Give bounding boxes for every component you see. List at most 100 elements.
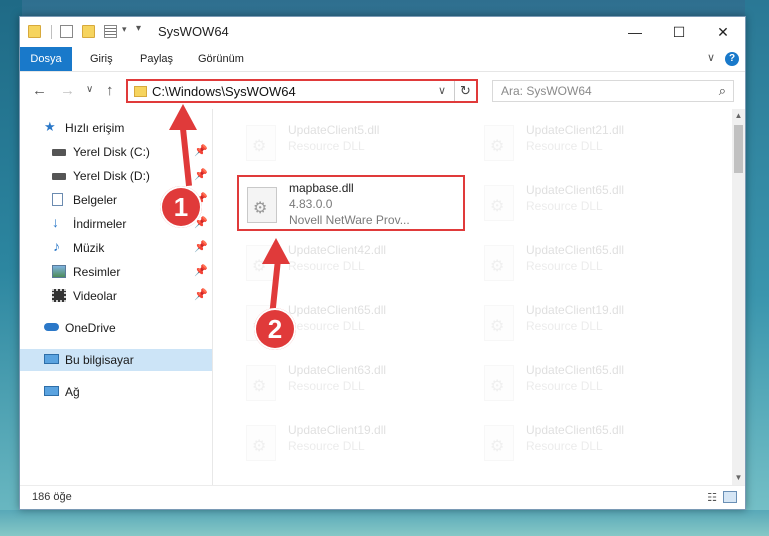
sidebar-item-this-pc[interactable]: Bu bilgisayar: [20, 349, 212, 371]
download-icon: ↓: [52, 214, 59, 230]
pictures-icon: [52, 265, 66, 278]
file-description: Resource DLL: [526, 199, 603, 213]
up-button[interactable]: ↑: [106, 82, 114, 99]
gear-icon: ⚙: [490, 438, 505, 455]
drive-icon: [52, 149, 66, 156]
folder-icon: [134, 86, 147, 97]
dll-file-icon: ⚙: [484, 245, 514, 281]
documents-icon: [52, 193, 63, 206]
scroll-up-arrow-icon[interactable]: ▲: [732, 109, 745, 123]
vertical-scrollbar[interactable]: ▲ ▼: [732, 109, 745, 485]
file-tile[interactable]: ⚙ UpdateClient5.dll Resource DLL: [238, 115, 466, 171]
sidebar-item-pictures[interactable]: Resimler 📌: [20, 261, 212, 283]
sidebar-item-label: Belgeler: [73, 193, 118, 207]
file-name: UpdateClient65.dll: [288, 303, 387, 317]
gear-icon: ⚙: [490, 258, 505, 275]
toolbar-dropdown-icon[interactable]: ▾: [136, 23, 141, 34]
scrollbar-thumb[interactable]: [734, 125, 743, 173]
new-folder-icon[interactable]: [82, 25, 95, 38]
file-tile[interactable]: ⚙ UpdateClient19.dll Resource DLL: [238, 415, 466, 471]
file-list: ⚙ UpdateClient5.dll Resource DLL ⚙ mapba…: [214, 109, 732, 485]
dll-file-icon: ⚙: [484, 365, 514, 401]
pin-icon[interactable]: 📌: [194, 288, 208, 301]
gear-icon: ⚙: [490, 198, 505, 215]
large-icons-view-icon[interactable]: [723, 491, 737, 503]
minimize-button[interactable]: —: [613, 17, 657, 47]
pin-icon[interactable]: 📌: [194, 240, 208, 253]
sidebar-item-videos[interactable]: Videolar 📌: [20, 285, 212, 307]
dll-file-icon: ⚙: [484, 425, 514, 461]
dll-file-icon: ⚙: [484, 125, 514, 161]
sidebar-item-network[interactable]: Ağ: [20, 381, 212, 403]
star-icon: ★: [44, 119, 56, 134]
file-tile[interactable]: ⚙ UpdateClient19.dll Resource DLL: [476, 295, 704, 351]
sidebar-item-onedrive[interactable]: OneDrive: [20, 317, 212, 339]
drive-icon: [52, 173, 66, 180]
search-box[interactable]: Ara: SysWOW64 ⌕: [492, 80, 734, 102]
gear-icon: ⚙: [490, 318, 505, 335]
search-input[interactable]: Ara: SysWOW64: [501, 84, 592, 98]
dll-file-icon: ⚙: [246, 125, 276, 161]
file-name: UpdateClient65.dll: [526, 243, 625, 257]
quick-access-toolbar-icon[interactable]: [104, 25, 117, 38]
address-bar[interactable]: C:\Windows\SysWOW64 ∨ ↻: [126, 79, 478, 103]
address-dropdown-icon[interactable]: ∨: [438, 84, 446, 97]
file-description: Resource DLL: [526, 319, 603, 333]
tab-file[interactable]: Dosya: [20, 47, 72, 71]
dll-file-icon: ⚙: [484, 185, 514, 221]
tab-home[interactable]: Giriş: [90, 47, 113, 71]
gear-icon: ⚙: [252, 378, 267, 395]
pin-icon[interactable]: 📌: [194, 264, 208, 277]
maximize-button[interactable]: ☐: [657, 17, 701, 47]
sidebar-item-label: Ağ: [65, 385, 80, 399]
file-name: UpdateClient21.dll: [526, 123, 625, 137]
file-tile[interactable]: ⚙ UpdateClient65.dll Resource DLL: [476, 175, 704, 231]
expand-ribbon-chevron-icon[interactable]: ∨: [707, 51, 715, 64]
file-name: UpdateClient19.dll: [526, 303, 625, 317]
file-tile[interactable]: ⚙ UpdateClient63.dll Resource DLL: [238, 355, 466, 411]
desktop-background-right: [745, 0, 769, 536]
file-description: Resource DLL: [526, 439, 603, 453]
folder-icon: [28, 25, 41, 38]
file-description: Novell NetWare Prov...: [289, 213, 410, 227]
item-count: 186 öğe: [32, 491, 72, 503]
file-tile[interactable]: ⚙ UpdateClient65.dll Resource DLL: [476, 415, 704, 471]
recent-locations-button[interactable]: ∨: [86, 84, 93, 95]
gear-icon: ⚙: [490, 378, 505, 395]
file-name: UpdateClient65.dll: [526, 423, 625, 437]
details-view-icon[interactable]: ☷: [707, 491, 717, 504]
refresh-button[interactable]: ↻: [454, 81, 476, 101]
file-tile[interactable]: ⚙ UpdateClient21.dll Resource DLL: [476, 115, 704, 171]
scroll-down-arrow-icon[interactable]: ▼: [732, 471, 745, 485]
pin-icon[interactable]: 📌: [194, 168, 208, 181]
customize-toolbar-chevron-icon[interactable]: ▾: [122, 24, 127, 35]
file-description: Resource DLL: [526, 139, 603, 153]
file-tile[interactable]: ⚙ UpdateClient65.dll Resource DLL: [476, 235, 704, 291]
sidebar-item-label: Bu bilgisayar: [65, 353, 134, 367]
help-button[interactable]: ?: [725, 52, 739, 66]
file-name: UpdateClient42.dll: [288, 243, 387, 257]
file-tile-mapbase[interactable]: ⚙ mapbase.dll 4.83.0.0 Novell NetWare Pr…: [237, 175, 465, 231]
address-path[interactable]: C:\Windows\SysWOW64: [152, 84, 296, 99]
ribbon-tabs: Dosya Giriş Paylaş Görünüm ∨ ?: [20, 47, 745, 71]
pin-icon[interactable]: 📌: [194, 144, 208, 157]
sidebar-item-label: Hızlı erişim: [65, 121, 125, 135]
file-name: UpdateClient65.dll: [526, 363, 625, 377]
close-button[interactable]: ✕: [701, 17, 745, 47]
music-icon: ♪: [53, 238, 60, 254]
properties-icon[interactable]: [60, 25, 73, 38]
file-tile[interactable]: ⚙ UpdateClient65.dll Resource DLL: [476, 355, 704, 411]
file-name: mapbase.dll: [289, 181, 354, 195]
back-button[interactable]: ←: [32, 82, 47, 99]
file-name: UpdateClient63.dll: [288, 363, 387, 377]
dll-file-icon: ⚙: [246, 425, 276, 461]
search-icon[interactable]: ⌕: [719, 83, 726, 99]
dll-file-icon: ⚙: [247, 187, 277, 223]
file-explorer-window: ▾ ▾ SysWOW64 — ☐ ✕ Dosya Giriş Paylaş Gö…: [19, 16, 746, 510]
tab-share[interactable]: Paylaş: [140, 47, 173, 71]
forward-button[interactable]: →: [60, 82, 75, 99]
tab-view[interactable]: Görünüm: [198, 47, 244, 71]
sidebar-item-music[interactable]: ♪ Müzik 📌: [20, 237, 212, 259]
file-description: Resource DLL: [288, 259, 365, 273]
file-name: UpdateClient5.dll: [288, 123, 380, 137]
